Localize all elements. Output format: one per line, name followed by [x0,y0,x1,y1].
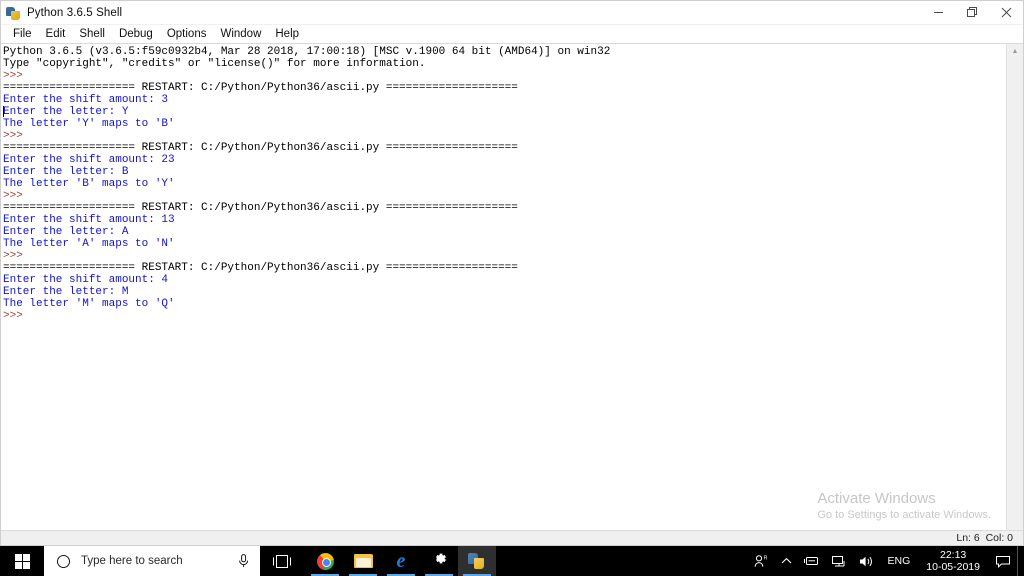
console-line: Type "copyright", "credits" or "license(… [3,58,426,70]
cursor-position: Ln: 6 Col: 0 [956,532,1013,544]
clock-date: 10-05-2019 [926,561,980,573]
show-desktop-button[interactable] [1017,546,1024,576]
menu-window[interactable]: Window [213,25,268,43]
clock[interactable]: 22:13 10-05-2019 [917,546,989,576]
cortana-circle-icon [57,554,70,568]
taskbar-app-edge[interactable]: e [382,546,420,576]
network-icon[interactable] [826,546,853,576]
console-line: ==================== RESTART: C:/Python/… [3,82,518,94]
restore-button[interactable] [955,1,989,24]
people-icon[interactable]: R [748,546,775,576]
console-line: ==================== RESTART: C:/Python/… [3,262,518,274]
desktop-screen: Python 3.6.5 Shell File Edit Shell Debug… [0,0,1024,576]
action-center-icon[interactable] [989,546,1017,576]
start-button[interactable] [0,546,44,576]
menu-help[interactable]: Help [268,25,306,43]
window-title: Python 3.6.5 Shell [27,6,123,19]
menu-debug[interactable]: Debug [112,25,160,43]
system-tray: R ENG 22:13 10-05-2019 [748,546,1024,576]
taskbar-app-python-idle[interactable] [458,546,496,576]
console-line: >>> [3,250,30,262]
clock-time: 22:13 [940,549,967,561]
language-indicator[interactable]: ENG [881,555,918,567]
python-logo-icon [6,5,22,21]
task-view-icon[interactable] [260,546,304,576]
console-line: The letter 'A' maps to 'N' [3,238,175,250]
console-area: Python 3.6.5 (v3.6.5:f59c0932b4, Mar 28 … [1,44,1023,530]
console-line: >>> [3,310,30,322]
window-titlebar[interactable]: Python 3.6.5 Shell [1,1,1023,25]
console-line: >>> [3,70,30,82]
console-line: Enter the shift amount: 13 [3,214,175,226]
console-line: Enter the letter: B [3,166,129,178]
close-button[interactable] [989,1,1023,24]
windows-taskbar: Type here to search e R ENG 22:13 10-05-… [0,546,1024,576]
console-line: Enter the letter: A [3,226,129,238]
taskbar-apps: e [306,546,496,576]
text-caret [3,106,4,117]
status-bar: Ln: 6 Col: 0 [1,530,1023,545]
pen-workspace-icon[interactable] [798,546,826,576]
edge-icon: e [396,550,406,572]
file-explorer-icon [353,553,373,569]
menu-edit[interactable]: Edit [39,25,73,43]
console-line: Enter the letter: M [3,286,129,298]
console-line: ==================== RESTART: C:/Python/… [3,202,518,214]
svg-text:R: R [763,556,767,562]
python-idle-window: Python 3.6.5 Shell File Edit Shell Debug… [0,0,1024,546]
menu-file[interactable]: File [6,25,39,43]
taskbar-app-file-explorer[interactable] [344,546,382,576]
gear-icon [431,550,448,572]
console-line: Python 3.6.5 (v3.6.5:f59c0932b4, Mar 28 … [3,46,611,58]
window-controls [921,1,1023,24]
taskbar-app-chrome[interactable] [306,546,344,576]
search-placeholder: Type here to search [81,555,183,567]
console-scrollbar[interactable]: ▲ [1006,44,1023,530]
minimize-button[interactable] [921,1,955,24]
console-line: The letter 'B' maps to 'Y' [3,178,175,190]
microphone-icon[interactable] [238,554,249,568]
taskbar-app-settings[interactable] [420,546,458,576]
console-line: Enter the shift amount: 4 [3,274,169,286]
console-line: The letter 'M' maps to 'Q' [3,298,175,310]
console-line: Enter the shift amount: 3 [3,94,169,106]
menu-bar: File Edit Shell Debug Options Window Hel… [1,25,1023,44]
console-line: ==================== RESTART: C:/Python/… [3,142,518,154]
menu-shell[interactable]: Shell [72,25,112,43]
python-icon [468,552,486,570]
console-line: The letter 'Y' maps to 'B' [3,118,175,130]
shell-output[interactable]: Python 3.6.5 (v3.6.5:f59c0932b4, Mar 28 … [1,44,1006,530]
volume-icon[interactable] [853,546,881,576]
console-line: Enter the letter: Y [3,106,129,118]
console-line: >>> [3,190,30,202]
menu-options[interactable]: Options [160,25,214,43]
console-line: Enter the shift amount: 23 [3,154,175,166]
scroll-up-arrow[interactable]: ▲ [1007,44,1023,59]
windows-logo-icon [14,553,30,569]
console-line: >>> [3,130,30,142]
search-box[interactable]: Type here to search [44,546,260,576]
show-hidden-icons-chevron[interactable] [775,546,798,576]
chrome-icon [316,552,334,570]
